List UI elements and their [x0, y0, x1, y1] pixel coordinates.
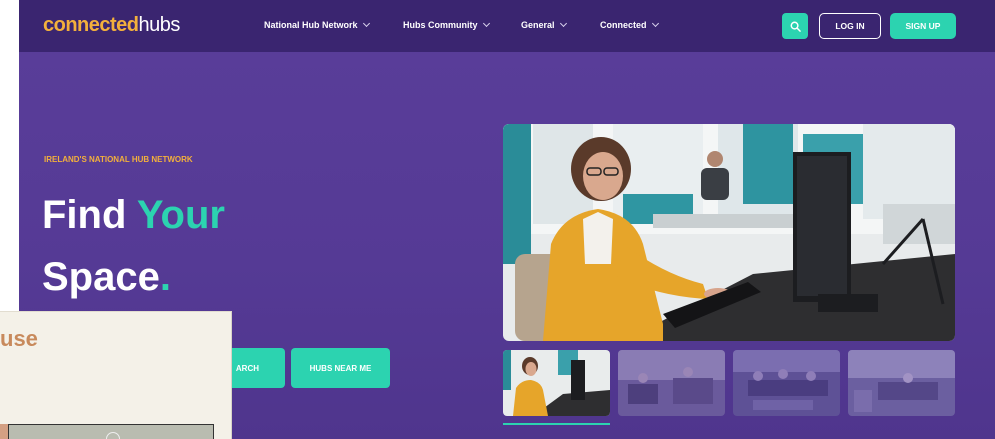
search-icon [790, 21, 801, 32]
chevron-down-icon [559, 19, 567, 28]
headline-word-your: Your [136, 193, 225, 237]
top-navbar: connectedhubs National Hub Network Hubs … [19, 0, 995, 52]
gallery-thumbnail-4[interactable] [848, 350, 955, 416]
nav-hubs-community[interactable]: Hubs Community [403, 19, 490, 30]
nav-label: National Hub Network [264, 20, 358, 30]
thumbnail-image [733, 350, 840, 416]
overlay-heading-fragment: use [0, 326, 38, 351]
chevron-down-icon [651, 19, 659, 28]
hub-worker-photo [503, 124, 955, 341]
hubs-near-me-button[interactable]: HUBS NEAR ME [291, 348, 390, 388]
headline-word-space: Space [42, 255, 160, 299]
hero-eyebrow: IRELAND'S NATIONAL HUB NETWORK [44, 155, 193, 164]
hero-headline: Find Your Space. [42, 184, 225, 308]
chevron-down-icon [362, 19, 370, 28]
gallery-thumbnail-1[interactable] [503, 350, 610, 416]
hero-photo [503, 124, 955, 341]
signup-button[interactable]: SIGN UP [890, 13, 956, 39]
active-thumbnail-indicator [503, 423, 610, 425]
overlay-circle-icon [106, 432, 120, 439]
search-button[interactable] [782, 13, 808, 39]
site-logo[interactable]: connectedhubs [43, 14, 180, 37]
headline-line-2: Space. [42, 246, 225, 308]
nav-connected[interactable]: Connected [600, 19, 659, 30]
headline-word-find: Find [42, 193, 127, 237]
nav-general[interactable]: General [521, 19, 567, 30]
overlapping-window-fragment: use [0, 311, 232, 439]
thumbnail-image [848, 350, 955, 416]
page: connectedhubs National Hub Network Hubs … [0, 0, 995, 439]
nav-label: Hubs Community [403, 20, 478, 30]
thumbnail-image [618, 350, 725, 416]
nav-label: Connected [600, 20, 647, 30]
gallery-thumbnail-3[interactable] [733, 350, 840, 416]
thumbnail-image [503, 350, 610, 416]
gallery-thumbnail-2[interactable] [618, 350, 725, 416]
headline-dot: . [159, 255, 171, 299]
chevron-down-icon [482, 19, 490, 28]
login-button[interactable]: LOG IN [819, 13, 881, 39]
headline-line-1: Find Your [42, 184, 225, 246]
nav-national-hub-network[interactable]: National Hub Network [264, 19, 370, 30]
nav-label: General [521, 20, 555, 30]
overlay-image-edge [0, 424, 8, 439]
logo-part-connected: connected [43, 14, 139, 36]
logo-part-hubs: hubs [138, 14, 181, 36]
